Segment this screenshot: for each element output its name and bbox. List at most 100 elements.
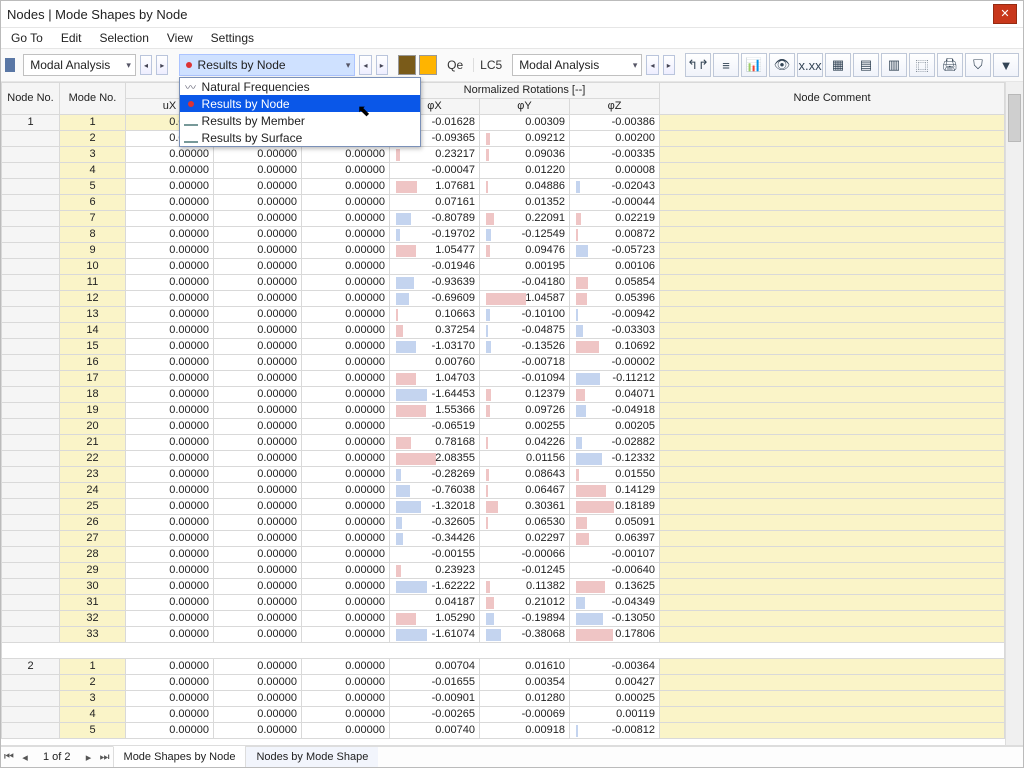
cell[interactable]: -0.00002 [570, 355, 660, 371]
cell-node[interactable] [2, 147, 60, 163]
cell[interactable]: 0.00000 [302, 435, 390, 451]
cell-mode[interactable]: 17 [60, 371, 126, 387]
table-row[interactable]: 200.000000.000000.00000-0.065190.002550.… [2, 419, 1005, 435]
cell-mode[interactable]: 7 [60, 211, 126, 227]
cell[interactable]: 0.00000 [126, 467, 214, 483]
cell-comment[interactable] [660, 723, 1005, 739]
cell[interactable]: 0.00000 [302, 627, 390, 643]
cell-node[interactable] [2, 483, 60, 499]
cell[interactable]: 0.00000 [214, 387, 302, 403]
cell[interactable]: 0.00000 [126, 147, 214, 163]
table-row[interactable]: 260.000000.000000.00000-0.326050.065300.… [2, 515, 1005, 531]
cell-comment[interactable] [660, 531, 1005, 547]
cell-node[interactable] [2, 675, 60, 691]
cell-mode[interactable]: 26 [60, 515, 126, 531]
cell[interactable]: 0.00000 [214, 419, 302, 435]
cell-mode[interactable]: 25 [60, 499, 126, 515]
table-row[interactable]: 210.000000.000000.000000.781680.04226-0.… [2, 435, 1005, 451]
cell[interactable]: -0.06519 [390, 419, 480, 435]
close-button[interactable]: ✕ [993, 4, 1017, 24]
cell[interactable]: 0.00000 [302, 419, 390, 435]
table-row[interactable]: 40.000000.000000.00000-0.000470.012200.0… [2, 163, 1005, 179]
cell-comment[interactable] [660, 371, 1005, 387]
cell-comment[interactable] [660, 195, 1005, 211]
cell-comment[interactable] [660, 163, 1005, 179]
cell[interactable]: 0.00000 [302, 483, 390, 499]
cell-mode[interactable]: 11 [60, 275, 126, 291]
cell[interactable]: 0.00000 [302, 563, 390, 579]
cell-mode[interactable]: 29 [60, 563, 126, 579]
cell[interactable]: 0.00000 [126, 179, 214, 195]
toolbar-action-11[interactable]: ▼ [993, 53, 1019, 77]
cell[interactable]: 0.00119 [570, 707, 660, 723]
menu-view[interactable]: View [159, 29, 201, 47]
cell[interactable]: -1.61074 [390, 627, 480, 643]
cell[interactable]: 0.00000 [214, 147, 302, 163]
cell[interactable]: -0.12549 [480, 227, 570, 243]
sheet-tab-nodes-by-mode-shape[interactable]: Nodes by Mode Shape [245, 747, 378, 767]
cell[interactable]: 0.00000 [126, 275, 214, 291]
cell[interactable]: 0.23217 [390, 147, 480, 163]
col-comment[interactable]: Node Comment [660, 83, 1005, 115]
cell-comment[interactable] [660, 403, 1005, 419]
cell[interactable]: 0.78168 [390, 435, 480, 451]
cell-comment[interactable] [660, 611, 1005, 627]
table-row[interactable]: 300.000000.000000.00000-1.622220.113820.… [2, 579, 1005, 595]
cell[interactable]: -0.04180 [480, 275, 570, 291]
cell[interactable]: 1.07681 [390, 179, 480, 195]
results-option-results-by-surface[interactable]: Results by Surface [180, 129, 420, 146]
table-row[interactable]: 240.000000.000000.00000-0.760380.064670.… [2, 483, 1005, 499]
cell[interactable]: 0.00000 [126, 691, 214, 707]
table-row[interactable]: 250.000000.000000.00000-1.320180.303610.… [2, 499, 1005, 515]
lc-prev-button[interactable]: ◂ [646, 55, 658, 75]
cell[interactable]: -0.00265 [390, 707, 480, 723]
cell-mode[interactable]: 16 [60, 355, 126, 371]
cell[interactable]: -0.11212 [570, 371, 660, 387]
cell-mode[interactable]: 5 [60, 723, 126, 739]
cell[interactable]: -0.00066 [480, 547, 570, 563]
table-row[interactable]: 230.000000.000000.00000-0.282690.086430.… [2, 467, 1005, 483]
cell[interactable]: 0.04187 [390, 595, 480, 611]
table-row[interactable]: 30.000000.000000.00000-0.009010.012800.0… [2, 691, 1005, 707]
cell[interactable]: 0.00000 [214, 323, 302, 339]
cell-mode[interactable]: 5 [60, 179, 126, 195]
cell-mode[interactable]: 13 [60, 307, 126, 323]
cell-comment[interactable] [660, 467, 1005, 483]
cell-mode[interactable]: 15 [60, 339, 126, 355]
cell-node[interactable] [2, 355, 60, 371]
toolbar-action-8[interactable]: ⿴ [909, 53, 935, 77]
cell-node[interactable] [2, 515, 60, 531]
cell[interactable]: -1.62222 [390, 579, 480, 595]
cell[interactable]: -1.32018 [390, 499, 480, 515]
cell-comment[interactable] [660, 115, 1005, 131]
cell-comment[interactable] [660, 675, 1005, 691]
cell[interactable]: 0.00000 [214, 691, 302, 707]
cell-mode[interactable]: 24 [60, 483, 126, 499]
cell[interactable]: 0.00000 [214, 499, 302, 515]
cell-node[interactable] [2, 227, 60, 243]
results-grid[interactable]: Node No. Mode No. Normalized Displacemen… [1, 82, 1023, 746]
cell[interactable]: 0.00000 [302, 179, 390, 195]
cell[interactable]: 0.00255 [480, 419, 570, 435]
cell[interactable]: 0.00008 [570, 163, 660, 179]
cell-comment[interactable] [660, 419, 1005, 435]
cell-comment[interactable] [660, 563, 1005, 579]
table-row[interactable]: 30.000000.000000.000000.232170.09036-0.0… [2, 147, 1005, 163]
cell-mode[interactable]: 33 [60, 627, 126, 643]
colgroup-rotations[interactable]: Normalized Rotations [--] [390, 83, 660, 99]
cell-comment[interactable] [660, 227, 1005, 243]
cell[interactable]: 0.12379 [480, 387, 570, 403]
cell-node[interactable] [2, 611, 60, 627]
cell-node[interactable] [2, 563, 60, 579]
cell[interactable]: 0.00000 [126, 547, 214, 563]
cell[interactable]: 0.00205 [570, 419, 660, 435]
cell[interactable]: 0.00000 [302, 195, 390, 211]
cell[interactable]: -1.64453 [390, 387, 480, 403]
cell[interactable]: 0.02297 [480, 531, 570, 547]
cell[interactable]: 0.00000 [126, 723, 214, 739]
cell[interactable]: -0.00107 [570, 547, 660, 563]
col-node[interactable]: Node No. [2, 83, 60, 115]
table-row[interactable]: 160.000000.000000.000000.00760-0.00718-0… [2, 355, 1005, 371]
cell[interactable]: 0.00000 [214, 307, 302, 323]
cell[interactable]: 0.00000 [126, 483, 214, 499]
